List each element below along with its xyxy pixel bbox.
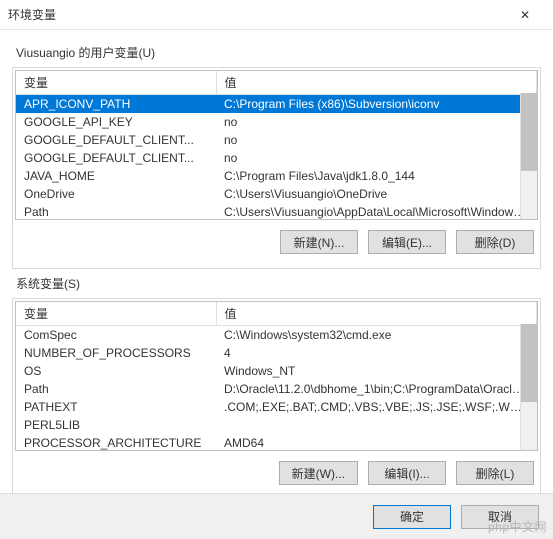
user-delete-button[interactable]: 删除(D) [456,230,534,254]
cancel-button[interactable]: 取消 [461,505,539,529]
cell-name: PROCESSOR_ARCHITECTURE [16,434,216,451]
cell-value: AMD64 [216,434,537,451]
user-vars-table[interactable]: 变量 值 APR_ICONV_PATHC:\Program Files (x86… [16,71,537,220]
cell-value: C:\Program Files (x86)\Subversion\iconv [216,95,537,114]
cell-name: PERL5LIB [16,416,216,434]
table-header-row: 变量 值 [16,302,537,326]
scrollbar-thumb[interactable] [521,324,537,402]
cell-value: no [216,113,537,131]
cell-name: GOOGLE_DEFAULT_CLIENT... [16,149,216,167]
system-vars-table-wrap: 变量 值 ComSpecC:\Windows\system32\cmd.exeN… [15,301,538,451]
cell-name: OS [16,362,216,380]
table-row[interactable]: ComSpecC:\Windows\system32\cmd.exe [16,326,537,345]
user-vars-buttons: 新建(N)... 编辑(E)... 删除(D) [15,220,538,266]
user-new-button[interactable]: 新建(N)... [280,230,358,254]
table-row[interactable]: JAVA_HOMEC:\Program Files\Java\jdk1.8.0_… [16,167,537,185]
table-row[interactable]: OSWindows_NT [16,362,537,380]
cell-value: 4 [216,344,537,362]
system-vars-table[interactable]: 变量 值 ComSpecC:\Windows\system32\cmd.exeN… [16,302,537,451]
cell-value: no [216,149,537,167]
cell-value: D:\Oracle\11.2.0\dbhome_1\bin;C:\Program… [216,380,537,398]
col-header-value[interactable]: 值 [216,302,537,326]
table-row[interactable]: NUMBER_OF_PROCESSORS4 [16,344,537,362]
col-header-name[interactable]: 变量 [16,71,216,95]
table-row[interactable]: GOOGLE_DEFAULT_CLIENT...no [16,149,537,167]
user-vars-table-wrap: 变量 值 APR_ICONV_PATHC:\Program Files (x86… [15,70,538,220]
cell-value: Windows_NT [216,362,537,380]
cell-value: C:\Windows\system32\cmd.exe [216,326,537,345]
table-row[interactable]: PathC:\Users\Viusuangio\AppData\Local\Mi… [16,203,537,220]
system-vars-buttons: 新建(W)... 编辑(I)... 删除(L) [15,451,538,497]
table-row[interactable]: GOOGLE_DEFAULT_CLIENT...no [16,131,537,149]
user-vars-label: Viusuangio 的用户变量(U) [16,44,541,61]
cell-name: Path [16,380,216,398]
col-header-name[interactable]: 变量 [16,302,216,326]
close-button[interactable]: ✕ [505,0,545,30]
scrollbar[interactable] [520,93,537,219]
cell-value: C:\Program Files\Java\jdk1.8.0_144 [216,167,537,185]
system-edit-button[interactable]: 编辑(I)... [368,461,446,485]
ok-button[interactable]: 确定 [373,505,451,529]
system-vars-label: 系统变量(S) [16,275,541,292]
system-delete-button[interactable]: 删除(L) [456,461,534,485]
cell-value: C:\Users\Viusuangio\AppData\Local\Micros… [216,203,537,220]
cell-name: NUMBER_OF_PROCESSORS [16,344,216,362]
table-row[interactable]: PATHEXT.COM;.EXE;.BAT;.CMD;.VBS;.VBE;.JS… [16,398,537,416]
table-row[interactable]: PROCESSOR_ARCHITECTUREAMD64 [16,434,537,451]
system-new-button[interactable]: 新建(W)... [279,461,358,485]
table-header-row: 变量 值 [16,71,537,95]
table-row[interactable]: GOOGLE_API_KEYno [16,113,537,131]
user-vars-group: 变量 值 APR_ICONV_PATHC:\Program Files (x86… [12,67,541,269]
cell-name: Path [16,203,216,220]
table-row[interactable]: APR_ICONV_PATHC:\Program Files (x86)\Sub… [16,95,537,114]
cell-name: GOOGLE_DEFAULT_CLIENT... [16,131,216,149]
cell-name: JAVA_HOME [16,167,216,185]
cell-name: GOOGLE_API_KEY [16,113,216,131]
cell-value: .COM;.EXE;.BAT;.CMD;.VBS;.VBE;.JS;.JSE;.… [216,398,537,416]
close-icon: ✕ [520,8,530,22]
dialog-footer: 确定 取消 [0,493,553,539]
cell-name: PATHEXT [16,398,216,416]
scrollbar-thumb[interactable] [521,93,537,171]
table-row[interactable]: PathD:\Oracle\11.2.0\dbhome_1\bin;C:\Pro… [16,380,537,398]
col-header-value[interactable]: 值 [216,71,537,95]
scrollbar[interactable] [520,324,537,450]
cell-name: ComSpec [16,326,216,345]
cell-name: APR_ICONV_PATH [16,95,216,114]
content-area: Viusuangio 的用户变量(U) 变量 值 APR_ICONV_PATHC… [0,30,553,500]
window-title: 环境变量 [8,6,505,23]
cell-value: no [216,131,537,149]
cell-name: OneDrive [16,185,216,203]
user-edit-button[interactable]: 编辑(E)... [368,230,446,254]
cell-value: C:\Users\Viusuangio\OneDrive [216,185,537,203]
table-row[interactable]: OneDriveC:\Users\Viusuangio\OneDrive [16,185,537,203]
system-vars-group: 变量 值 ComSpecC:\Windows\system32\cmd.exeN… [12,298,541,500]
cell-value [216,416,537,434]
table-row[interactable]: PERL5LIB [16,416,537,434]
titlebar: 环境变量 ✕ [0,0,553,30]
